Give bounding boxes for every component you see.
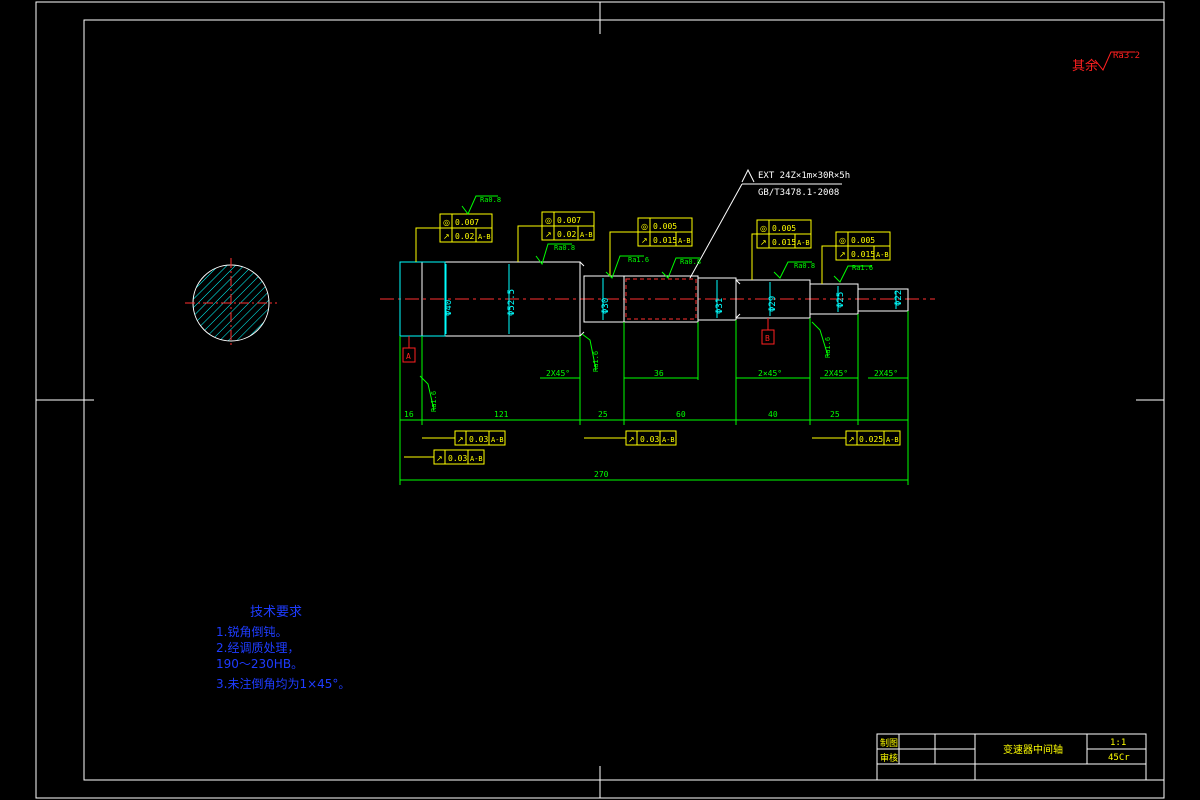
tech-req-line1: 1.锐角倒钝。 xyxy=(216,625,287,639)
title-material: 45Cr xyxy=(1108,753,1130,763)
tolerance-frame-3: ◎ 0.005 ↗ 0.015 A-B xyxy=(609,217,693,276)
title-checked-label: 审核 xyxy=(880,752,898,764)
title-part-name: 变速器中间轴 xyxy=(1003,743,1063,756)
b3-sym: ↗ xyxy=(848,435,855,444)
cad-drawing-canvas: 其余 Ra3.2 Φ40 Φ52.5 Φ30 Φ31 Φ29 Φ25 Φ22 E… xyxy=(35,1,1165,799)
spline-callout: EXT 24Z×1m×30R×5h GB/T3478.1-2008 xyxy=(689,168,850,279)
tolerance-frame-5: ◎ 0.005 ↗ 0.015 A-B xyxy=(821,231,891,284)
roughness-r7: Ra1.6 xyxy=(430,391,438,412)
b2-val: 0.03 xyxy=(640,435,659,444)
roughness-r4: Ra0.8 xyxy=(680,258,701,266)
frame5-val2: 0.015 xyxy=(851,250,875,259)
frame4-val2: 0.015 xyxy=(772,238,796,247)
tech-requirements: 技术要求 1.锐角倒钝。 2.经调质处理， 190～230HB。 3.未注倒角均… xyxy=(216,605,350,691)
frame4-sym2: ↗ xyxy=(760,238,767,247)
chamfer-4: 2X45° xyxy=(874,369,898,378)
b3-val: 0.025 xyxy=(859,435,883,444)
b1-ref: A-B xyxy=(491,436,504,444)
cross-section-view xyxy=(185,258,277,348)
dim-total: 270 xyxy=(594,470,609,479)
frame5-sym2: ↗ xyxy=(839,250,846,259)
runout-frame-b3: ↗ 0.025 A-B xyxy=(812,430,901,446)
frame1-val2: 0.02 xyxy=(455,232,474,241)
tolerance-frame-4: ◎ 0.005 ↗ 0.015 A-B xyxy=(751,219,812,280)
b3-ref: A-B xyxy=(886,436,899,444)
dim-25a: 25 xyxy=(598,410,608,419)
roughness-r9: Ra1.6 xyxy=(852,264,873,272)
datum-b: B xyxy=(761,318,775,345)
corner-roughness-value: Ra3.2 xyxy=(1113,51,1140,61)
chamfer-1: 2X45° xyxy=(546,369,570,378)
chamfer-2: 2×45° xyxy=(758,369,782,378)
tolerance-frame-2: ◎ 0.007 ↗ 0.02 A-B xyxy=(517,211,595,262)
frame1-ref: A-B xyxy=(478,233,491,241)
spline-standard: GB/T3478.1-2008 xyxy=(758,188,839,198)
tech-req-line3: 190～230HB。 xyxy=(216,657,303,671)
runout-frame-b4: ↗ 0.03 A-B xyxy=(404,449,485,465)
frame5-val1: 0.005 xyxy=(851,236,875,245)
datum-a: A xyxy=(402,336,416,363)
dim-36: 36 xyxy=(654,369,664,378)
b1-val: 0.03 xyxy=(469,435,488,444)
frame3-val2: 0.015 xyxy=(653,236,677,245)
roughness-r8: Ra1.6 xyxy=(824,337,832,358)
frame1-sym2: ↗ xyxy=(443,232,450,241)
frame5-ref: A-B xyxy=(876,251,889,259)
frame3-ref: A-B xyxy=(678,237,691,245)
frame1-val1: 0.007 xyxy=(455,218,479,227)
dim-40: 40 xyxy=(768,410,778,419)
roughness-r3: Ra1.6 xyxy=(628,256,649,264)
tolerance-frame-1: ◎ 0.007 ↗ 0.02 A-B xyxy=(415,213,493,262)
title-drawn-label: 制图 xyxy=(880,737,898,749)
frame2-sym2: ↗ xyxy=(545,230,552,239)
title-block: 制图 审核 变速器中间轴 1:1 45Cr xyxy=(876,733,1147,781)
diameter-labels: Φ40 Φ52.5 Φ30 Φ31 Φ29 Φ25 Φ22 xyxy=(444,289,904,316)
tech-req-line2: 2.经调质处理， xyxy=(216,641,299,655)
frame2-val2: 0.02 xyxy=(557,230,576,239)
corner-note-label-1: 其余 xyxy=(1072,58,1098,74)
frame4-ref: A-B xyxy=(797,239,810,247)
roughness-r5: Ra1.6 xyxy=(592,351,600,372)
frame2-sym1: ◎ xyxy=(545,216,552,225)
title-scale: 1:1 xyxy=(1110,738,1126,748)
b4-sym: ↗ xyxy=(436,454,443,463)
tech-req-title: 技术要求 xyxy=(250,605,302,620)
chamfer-3: 2X45° xyxy=(824,369,848,378)
frame2-val1: 0.007 xyxy=(557,216,581,225)
b4-val: 0.03 xyxy=(448,454,467,463)
frame4-val1: 0.005 xyxy=(772,224,796,233)
b4-ref: A-B xyxy=(470,455,483,463)
b2-sym: ↗ xyxy=(628,435,635,444)
runout-frame-b2: ↗ 0.03 A-B xyxy=(584,430,677,446)
b1-sym: ↗ xyxy=(457,435,464,444)
dim-16: 16 xyxy=(404,410,414,419)
dim-121: 121 xyxy=(494,410,509,419)
frame2-ref: A-B xyxy=(580,231,593,239)
datum-b-label: B xyxy=(765,334,770,343)
frame5-sym1: ◎ xyxy=(839,236,846,245)
runout-frame-b1: ↗ 0.03 A-B xyxy=(422,430,506,446)
roughness-r2: Ra0.8 xyxy=(554,244,575,252)
dim-60: 60 xyxy=(676,410,686,419)
frame4-sym1: ◎ xyxy=(760,224,767,233)
b2-ref: A-B xyxy=(662,436,675,444)
frame3-val1: 0.005 xyxy=(653,222,677,231)
frame3-sym1: ◎ xyxy=(641,222,648,231)
roughness-r6: Ra0.8 xyxy=(794,262,815,270)
corner-roughness-note: 其余 Ra3.2 xyxy=(1072,51,1140,74)
spline-spec: EXT 24Z×1m×30R×5h xyxy=(758,171,850,181)
frame3-sym2: ↗ xyxy=(641,236,648,245)
frame1-sym1: ◎ xyxy=(443,218,450,227)
datum-a-label: A xyxy=(406,352,411,361)
sheet-border xyxy=(35,1,1165,799)
dim-25b: 25 xyxy=(830,410,840,419)
tech-req-line4: 3.未注倒角均为1×45°。 xyxy=(216,676,350,691)
roughness-r1: Ra0.8 xyxy=(480,196,501,204)
